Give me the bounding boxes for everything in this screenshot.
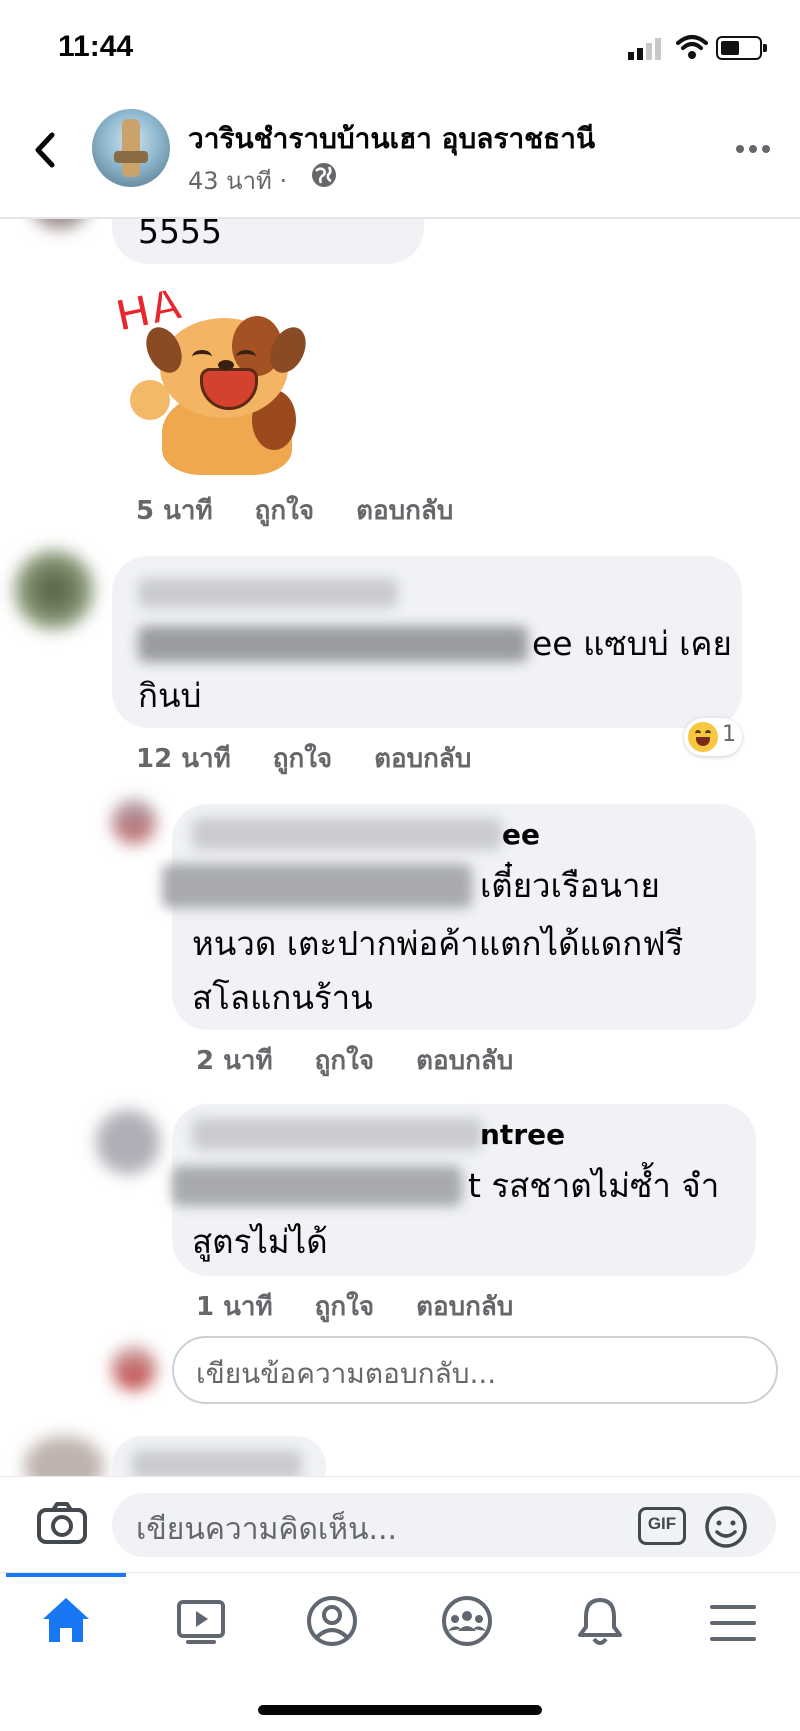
comment-bubble: ntree t รสชาตไม่ซ้ำ จำ สูตรไม่ได้ — [172, 1104, 756, 1276]
reply-button[interactable]: ตอบกลับ — [416, 1046, 513, 1076]
post-header: วารินชำราบบ้านเฮา อุบลราชธานี 43 นาที · — [0, 95, 800, 219]
comment-text-redacted — [162, 864, 472, 908]
my-avatar — [112, 1346, 156, 1390]
comment-time: 2 นาที — [196, 1046, 273, 1076]
profile-icon[interactable] — [306, 1595, 358, 1647]
comment-text-line2: สูตรไม่ได้ — [192, 1222, 328, 1261]
bottom-nav — [0, 1572, 800, 1731]
comment-time: 5 นาที — [136, 496, 213, 526]
commenter-name-visible[interactable]: ee — [502, 818, 540, 851]
commenter-avatar[interactable] — [96, 1110, 160, 1174]
reaction-summary[interactable]: 1 — [684, 718, 742, 756]
comment-text-redacted — [172, 1166, 462, 1206]
comment-text: t รสชาตไม่ซ้ำ จำ — [468, 1166, 720, 1205]
commenter-avatar[interactable] — [14, 550, 94, 630]
commenter-name[interactable] — [192, 1118, 482, 1150]
sticker-image: HA — [110, 270, 313, 480]
camera-icon[interactable] — [36, 1501, 88, 1545]
reply-button[interactable]: ตอบกลับ — [356, 496, 453, 526]
watch-icon[interactable] — [176, 1599, 226, 1645]
comment-time: 1 นาที — [196, 1292, 273, 1322]
comment-meta: 12 นาที ถูกใจ ตอบกลับ — [136, 738, 513, 779]
groups-icon[interactable] — [440, 1595, 494, 1647]
commenter-name-visible[interactable]: ntree — [480, 1118, 565, 1151]
haha-icon — [688, 722, 718, 752]
notifications-icon[interactable] — [576, 1595, 624, 1649]
like-button[interactable]: ถูกใจ — [315, 1292, 374, 1322]
reply-button[interactable]: ตอบกลับ — [416, 1292, 513, 1322]
comment-input-placeholder: เขียนความคิดเห็น... — [136, 1512, 398, 1547]
status-time: 11:44 — [58, 30, 134, 63]
comment-text-line2: กินบ่ — [138, 676, 202, 715]
menu-icon[interactable] — [708, 1603, 758, 1643]
more-options-icon[interactable] — [736, 145, 772, 155]
comment-text-line3: สโลแกนร้าน — [192, 978, 373, 1017]
comment-text-line2: หนวด เตะปากพ่อค้าแตกได้แดกฟรี — [192, 924, 684, 963]
wifi-icon — [676, 35, 708, 59]
comment-text-redacted — [138, 626, 528, 662]
home-indicator — [258, 1705, 542, 1715]
like-button[interactable]: ถูกใจ — [273, 744, 332, 774]
comment-composer: เขียนความคิดเห็น... GIF — [0, 1476, 800, 1571]
comment-meta: 2 นาที ถูกใจ ตอบกลับ — [196, 1040, 555, 1081]
comment-text: เตี๋ยวเรือนาย — [480, 866, 660, 905]
post-time: 43 นาที · — [188, 167, 288, 195]
page-title[interactable]: วารินชำราบบ้านเฮา อุบลราชธานี — [188, 117, 595, 161]
reply-input[interactable]: เขียนข้อความตอบกลับ... — [172, 1336, 778, 1404]
commenter-name[interactable] — [138, 578, 398, 608]
back-icon[interactable] — [30, 130, 60, 170]
gif-button[interactable]: GIF — [638, 1507, 686, 1545]
page-avatar[interactable] — [92, 109, 170, 187]
reply-input-placeholder: เขียนข้อความตอบกลับ... — [196, 1357, 497, 1390]
signal-icon — [628, 38, 668, 60]
gif-label: GIF — [647, 1514, 677, 1533]
battery-icon — [716, 36, 767, 60]
comment-bubble: ee เตี๋ยวเรือนาย หนวด เตะปากพ่อค้าแตกได้… — [162, 804, 756, 1030]
home-icon[interactable] — [40, 1595, 92, 1645]
comment-bubble: ee แซบบ่ เคย กินบ่ — [112, 556, 742, 728]
commenter-name[interactable] — [192, 818, 502, 850]
comment-time: 12 นาที — [136, 744, 231, 774]
reaction-count: 1 — [722, 722, 736, 747]
comment-meta: 1 นาที ถูกใจ ตอบกลับ — [196, 1286, 555, 1327]
commenter-avatar[interactable] — [112, 800, 156, 844]
reply-button[interactable]: ตอบกลับ — [374, 744, 471, 774]
like-button[interactable]: ถูกใจ — [255, 496, 314, 526]
like-button[interactable]: ถูกใจ — [315, 1046, 374, 1076]
comment-text: ee แซบบ่ เคย — [532, 624, 732, 663]
comment-input[interactable]: เขียนความคิดเห็น... GIF — [112, 1493, 776, 1557]
active-tab-indicator — [6, 1573, 126, 1577]
globe-icon — [312, 163, 336, 187]
comment-meta: 5 นาที ถูกใจ ตอบกลับ — [136, 490, 495, 531]
emoji-icon[interactable] — [704, 1505, 748, 1549]
